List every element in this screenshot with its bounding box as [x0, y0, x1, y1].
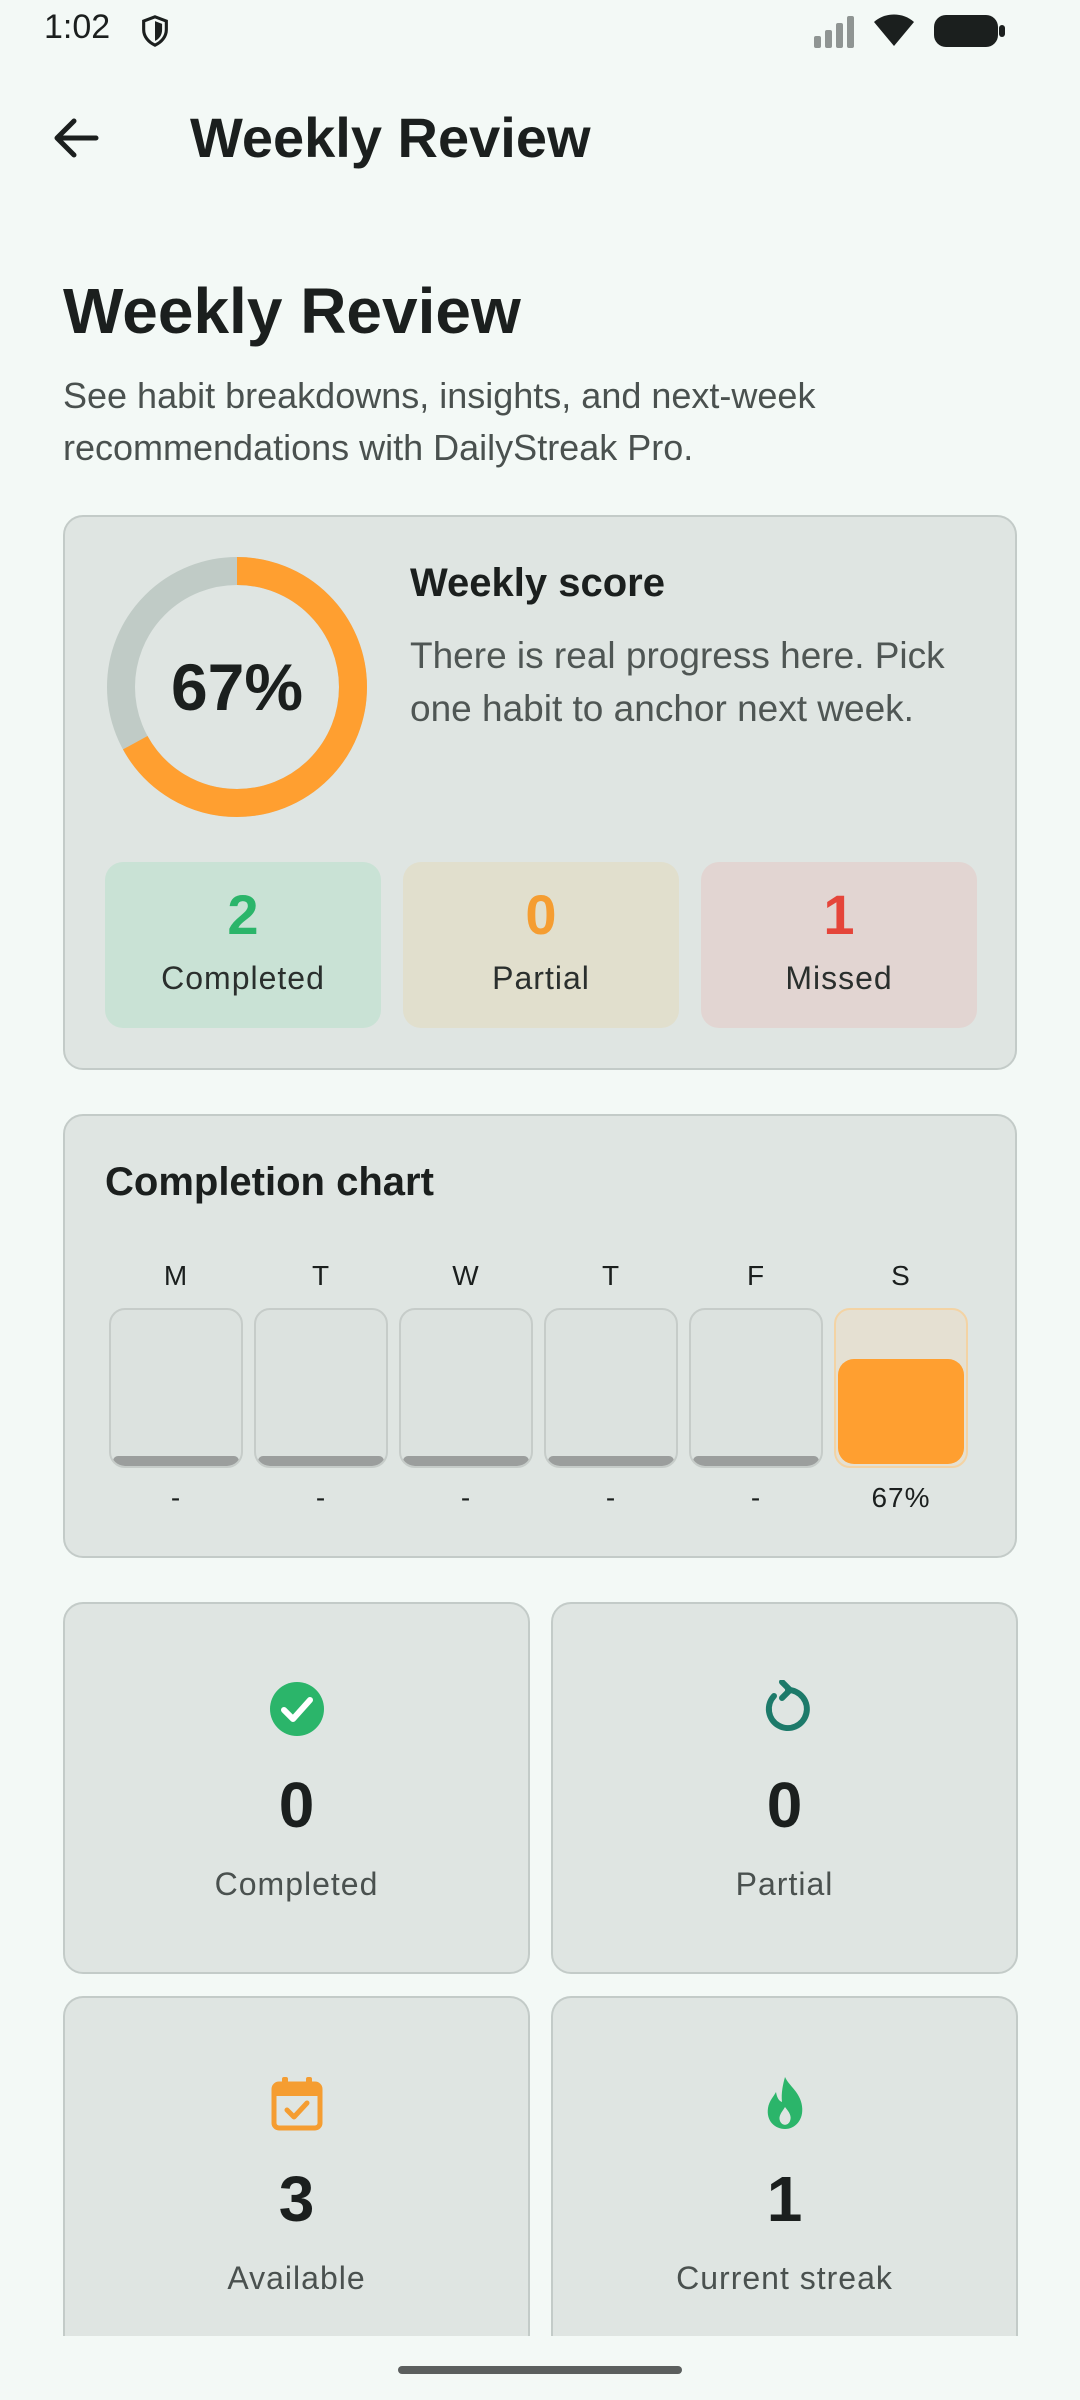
chart-day: W - — [399, 1256, 533, 1514]
chart-day: M - — [109, 1256, 243, 1514]
chart-day: F - — [689, 1256, 823, 1514]
summary-completed-label: Completed — [161, 960, 325, 996]
tile-available-label: Available — [227, 2260, 366, 2296]
chart-day: T - — [544, 1256, 678, 1514]
chart-title: Completion chart — [105, 1160, 434, 1204]
day-bar — [689, 1308, 823, 1468]
summary-missed: 1 Missed — [701, 862, 977, 1028]
tile-partial-label: Partial — [735, 1866, 834, 1902]
tile-current-streak: 1 Current streak — [551, 1996, 1018, 2336]
day-bar — [834, 1308, 968, 1468]
day-value: - — [170, 1482, 182, 1513]
tile-available: 3 Available — [63, 1996, 530, 2336]
score-description: There is real progress here. Pick one ha… — [410, 635, 945, 729]
page-subtitle: See habit breakdowns, insights, and next… — [63, 375, 816, 468]
bar-baseline — [693, 1456, 819, 1466]
shield-icon — [142, 15, 168, 47]
check-circle-icon — [269, 1682, 324, 1736]
signal-icon — [814, 16, 854, 48]
chart-day: S 67% — [834, 1256, 968, 1514]
battery-icon — [934, 15, 1005, 47]
day-label: S — [891, 1260, 911, 1291]
day-value: - — [315, 1482, 327, 1513]
tile-completed-label: Completed — [214, 1866, 379, 1902]
summary-missed-value: 1 — [823, 883, 855, 946]
status-time: 1:02 — [44, 8, 111, 46]
tile-available-value: 3 — [278, 2163, 315, 2235]
score-percent: 67% — [170, 650, 304, 724]
score-title: Weekly score — [410, 561, 665, 605]
summary-missed-label: Missed — [785, 960, 893, 996]
weekly-score-card: 67% Weekly score There is real progress … — [63, 515, 1017, 1070]
chart-day: T - — [254, 1256, 388, 1514]
tile-current-streak-value: 1 — [766, 2163, 803, 2235]
flame-icon — [767, 2077, 802, 2129]
day-value: - — [605, 1482, 617, 1513]
wifi-icon — [874, 14, 914, 46]
day-label: W — [452, 1260, 480, 1291]
page-title: Weekly Review — [63, 275, 521, 347]
completion-chart-card: Completion chart M - T - W - T - F - S 6… — [63, 1114, 1017, 1558]
app-bar: Weekly Review — [0, 88, 1080, 184]
tile-completed: 0 Completed — [63, 1602, 530, 1974]
summary-completed: 2 Completed — [105, 862, 381, 1028]
day-label: M — [163, 1260, 189, 1291]
refresh-icon — [765, 1680, 810, 1731]
tile-completed-value: 0 — [278, 1769, 315, 1841]
summary-partial: 0 Partial — [403, 862, 679, 1028]
summary-completed-value: 2 — [227, 883, 259, 946]
summary-partial-value: 0 — [525, 883, 557, 946]
day-label: T — [311, 1260, 331, 1291]
day-label: T — [601, 1260, 621, 1291]
home-indicator[interactable] — [398, 2366, 682, 2374]
summary-partial-label: Partial — [492, 960, 590, 996]
bar-baseline — [548, 1456, 674, 1466]
tile-partial-value: 0 — [766, 1769, 803, 1841]
day-value: 67% — [871, 1482, 931, 1513]
calendar-check-icon — [271, 2077, 322, 2131]
day-bar — [109, 1308, 243, 1468]
day-bar — [399, 1308, 533, 1468]
day-value: - — [750, 1482, 762, 1513]
tile-partial: 0 Partial — [551, 1602, 1018, 1974]
bar-fill — [838, 1359, 964, 1464]
day-label: F — [746, 1260, 766, 1291]
bar-baseline — [113, 1456, 239, 1466]
back-button[interactable] — [30, 102, 120, 174]
status-bar: 1:02 — [0, 0, 1080, 62]
day-bar — [254, 1308, 388, 1468]
day-value: - — [460, 1482, 472, 1513]
app-bar-title: Weekly Review — [190, 106, 591, 169]
bar-baseline — [258, 1456, 384, 1466]
day-bar — [544, 1308, 678, 1468]
tile-current-streak-label: Current streak — [676, 2260, 893, 2296]
bar-baseline — [403, 1456, 529, 1466]
arrow-left-icon — [54, 118, 99, 158]
